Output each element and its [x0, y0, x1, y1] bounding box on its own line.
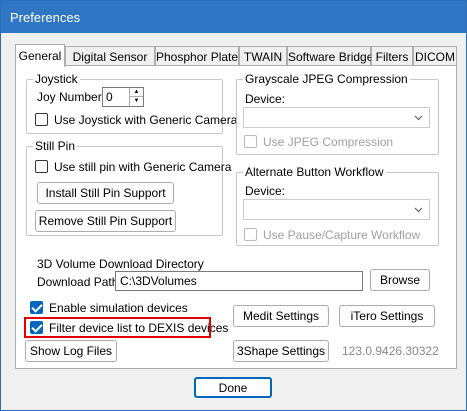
3shape-settings-button[interactable]: 3Shape Settings: [233, 340, 329, 362]
jpeg-compression-group-label: Grayscale JPEG Compression: [243, 72, 410, 86]
spinner-arrows: ▲ ▼: [129, 88, 143, 106]
chevron-down-icon: [414, 115, 423, 121]
jpeg-device-dropdown[interactable]: [243, 107, 430, 128]
tab-phosphor-plate[interactable]: Phosphor Plate: [155, 46, 239, 66]
download-path-input[interactable]: C:\3DVolumes: [115, 271, 363, 291]
still-pin-group-label: Still Pin: [33, 139, 78, 153]
download-path-label: Download Path: [37, 275, 119, 289]
joy-number-value: 0: [106, 90, 113, 104]
browse-button[interactable]: Browse: [370, 269, 430, 291]
tab-twain[interactable]: TWAIN: [239, 46, 287, 66]
jpeg-compression-checkbox[interactable]: [244, 135, 257, 148]
preferences-window: Preferences General Digital Sensor Phosp…: [0, 0, 467, 411]
done-button[interactable]: Done: [194, 377, 272, 398]
medit-settings-button[interactable]: Medit Settings: [233, 305, 329, 327]
show-log-files-button[interactable]: Show Log Files: [25, 340, 117, 362]
still-pin-generic-camera-label: Use still pin with Generic Camera: [54, 160, 232, 174]
spin-down-icon[interactable]: ▼: [130, 97, 143, 106]
spin-up-icon[interactable]: ▲: [130, 88, 143, 97]
itero-settings-button[interactable]: iTero Settings: [339, 305, 435, 327]
window-title: Preferences: [10, 10, 81, 25]
alt-workflow-group-label: Alternate Button Workflow: [243, 165, 386, 179]
alt-workflow-device-dropdown[interactable]: [243, 199, 430, 220]
tab-filters[interactable]: Filters: [371, 46, 413, 66]
simulation-devices-label: Enable simulation devices: [49, 301, 188, 315]
tab-general[interactable]: General: [15, 44, 65, 67]
pause-capture-label: Use Pause/Capture Workflow: [263, 228, 421, 242]
joy-number-label: Joy Number: [37, 90, 102, 104]
jpeg-compression-label: Use JPEG Compression: [263, 135, 394, 149]
simulation-devices-checkbox[interactable]: [30, 301, 43, 314]
joy-number-spinner[interactable]: 0 ▲ ▼: [102, 87, 144, 107]
joystick-generic-camera-label: Use Joystick with Generic Camera: [54, 113, 238, 127]
remove-still-pin-button[interactable]: Remove Still Pin Support: [35, 210, 176, 232]
chevron-down-icon: [414, 207, 423, 213]
joystick-generic-camera-checkbox[interactable]: [35, 113, 48, 126]
still-pin-generic-camera-checkbox[interactable]: [35, 160, 48, 173]
joystick-group-label: Joystick: [33, 72, 80, 86]
tab-digital-sensor[interactable]: Digital Sensor: [65, 46, 155, 66]
version-label: 123.0.9426.30322: [342, 344, 439, 358]
tab-software-bridge[interactable]: Software Bridge: [287, 46, 373, 66]
jpeg-device-label: Device:: [245, 92, 286, 106]
pause-capture-checkbox[interactable]: [244, 228, 257, 241]
filter-dexis-highlight: [24, 317, 211, 338]
tab-dicom[interactable]: DICOM: [413, 46, 457, 66]
volume-group-label: 3D Volume Download Directory: [35, 257, 206, 271]
install-still-pin-button[interactable]: Install Still Pin Support: [37, 182, 174, 204]
title-bar[interactable]: Preferences: [1, 1, 466, 33]
alt-workflow-device-label: Device:: [245, 184, 286, 198]
